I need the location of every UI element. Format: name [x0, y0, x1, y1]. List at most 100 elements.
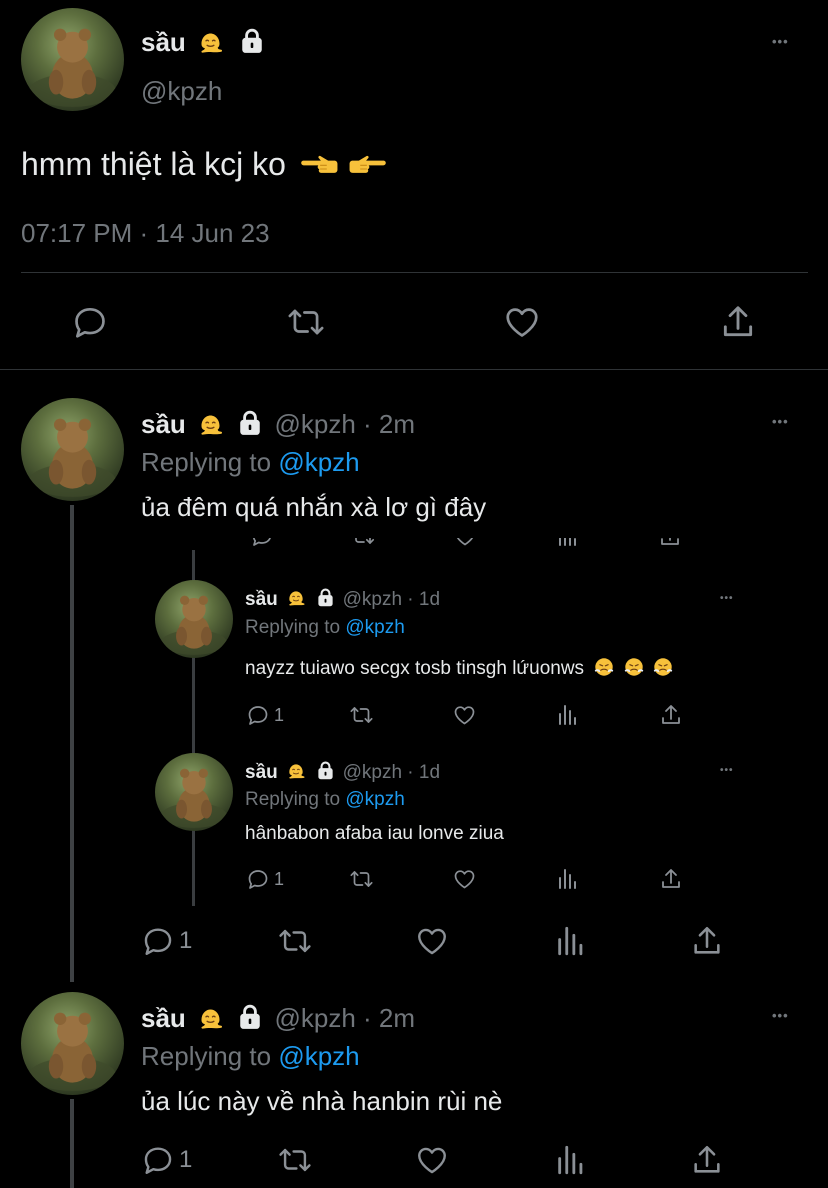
reply-icon [250, 538, 274, 548]
reply-text: ủa đêm quá nhắn xà lơ gì đây [141, 492, 487, 522]
retweet-icon [285, 303, 327, 341]
reply-author-name[interactable]: sầu [141, 409, 186, 439]
reply-icon [246, 703, 270, 727]
nested-reply-author-name[interactable]: sầu [245, 589, 278, 610]
reply-header: sầu @kpzh · 2m [141, 408, 415, 440]
reply-text: ủa lúc này về nhà hanbin rùi nè [141, 1086, 503, 1116]
replying-to: Replying to @kpzh [245, 789, 405, 810]
views-icon [554, 924, 588, 958]
share-icon [659, 703, 683, 727]
more-options-button[interactable]: ••• [720, 593, 734, 604]
more-options-button[interactable]: ••• [772, 34, 789, 49]
like-button[interactable] [414, 1143, 450, 1177]
nested-reply-text: hânbabon afaba iau lonve ziua [245, 823, 504, 844]
heart-icon [502, 303, 542, 341]
replying-to-link[interactable]: @kpzh [278, 1041, 359, 1071]
share-icon [719, 303, 757, 341]
replying-to-link[interactable]: @kpzh [278, 447, 359, 477]
melting-face-emoji [197, 29, 224, 56]
like-button[interactable] [452, 867, 477, 891]
avatar-bear-image [155, 753, 233, 831]
views-icon [556, 867, 580, 891]
avatar-bear-image [21, 8, 124, 111]
views-button[interactable] [556, 703, 580, 727]
main-tweet-timestamp[interactable]: 07:17 PM · 14 Jun 23 [21, 217, 270, 249]
more-options-button[interactable]: ••• [772, 1008, 789, 1023]
reply-button[interactable]: 1 [141, 924, 192, 958]
main-tweet-handle[interactable]: @kpzh [141, 75, 222, 107]
nested-reply-handle-time[interactable]: @kpzh · 1d [343, 589, 440, 610]
more-options-button[interactable]: ••• [720, 765, 734, 776]
avatar-bear-image [155, 580, 233, 658]
reply-handle-time[interactable]: @kpzh · 2m [275, 1003, 416, 1033]
lock-icon [316, 588, 335, 607]
retweet-button[interactable] [285, 303, 327, 341]
retweet-button[interactable] [348, 867, 375, 891]
main-tweet-avatar[interactable] [21, 8, 124, 111]
main-tweet-text: hmm thiệt là kcj ko [21, 145, 388, 183]
share-icon [658, 538, 682, 548]
reply-button[interactable] [71, 303, 109, 341]
reply-icon [246, 867, 270, 891]
melting-face-emoji [286, 761, 306, 781]
clipped-action-row [240, 538, 690, 552]
reply-avatar[interactable] [21, 992, 124, 1095]
replying-to: Replying to @kpzh [245, 617, 405, 638]
retweet-icon [350, 538, 376, 548]
nested-reply-header: sầu @kpzh · 1d [245, 588, 440, 612]
share-button[interactable] [690, 924, 724, 958]
views-icon [556, 538, 580, 548]
views-button[interactable] [554, 924, 588, 958]
reply-button[interactable]: 1 [246, 867, 284, 891]
reply-icon [71, 303, 109, 341]
like-button[interactable] [452, 703, 477, 727]
face-with-steam-emoji [652, 656, 674, 678]
melting-face-emoji [197, 1005, 224, 1032]
like-button[interactable] [502, 303, 542, 341]
like-button[interactable] [414, 924, 450, 958]
share-button[interactable] [659, 867, 683, 891]
reply-button[interactable]: 1 [141, 1143, 192, 1177]
replying-to-link[interactable]: @kpzh [345, 789, 404, 810]
avatar-bear-image [21, 398, 124, 501]
share-button[interactable] [690, 1143, 724, 1177]
reply-avatar[interactable] [21, 398, 124, 501]
reply-icon [141, 924, 175, 958]
retweet-button[interactable] [276, 924, 314, 958]
reply-button[interactable]: 1 [246, 703, 284, 727]
nested-reply-author-name[interactable]: sầu [245, 762, 278, 783]
nested-reply-handle-time[interactable]: @kpzh · 1d [343, 762, 440, 783]
share-icon [690, 1143, 724, 1177]
pointing-hand-emoji [299, 150, 339, 178]
retweet-button[interactable] [348, 703, 375, 727]
main-tweet-author-name[interactable]: sầu [141, 26, 265, 58]
share-button[interactable] [659, 703, 683, 727]
lock-icon [316, 761, 335, 780]
heart-icon [453, 538, 477, 548]
reply-handle-time[interactable]: @kpzh · 2m [275, 409, 416, 439]
melting-face-emoji [197, 411, 224, 438]
nested-reply-avatar[interactable] [155, 580, 233, 658]
replying-to-link[interactable]: @kpzh [345, 617, 404, 638]
lock-icon [237, 410, 263, 436]
retweet-icon [276, 1143, 314, 1177]
reply-author-name[interactable]: sầu [141, 1003, 186, 1033]
share-button[interactable] [719, 303, 757, 341]
divider [0, 369, 828, 370]
retweet-button[interactable] [276, 1143, 314, 1177]
views-icon [554, 1143, 588, 1177]
more-options-button[interactable]: ••• [772, 414, 789, 429]
retweet-icon [348, 703, 375, 727]
divider [21, 272, 808, 273]
share-icon [690, 924, 724, 958]
nested-reply-header: sầu @kpzh · 1d [245, 761, 440, 785]
nested-reply-avatar[interactable] [155, 753, 233, 831]
heart-icon [452, 867, 477, 891]
heart-icon [414, 924, 450, 958]
views-button[interactable] [556, 867, 580, 891]
views-button[interactable] [554, 1143, 588, 1177]
face-with-steam-emoji [593, 656, 615, 678]
thread-line [70, 505, 74, 982]
reply-icon [141, 1143, 175, 1177]
share-icon [659, 867, 683, 891]
